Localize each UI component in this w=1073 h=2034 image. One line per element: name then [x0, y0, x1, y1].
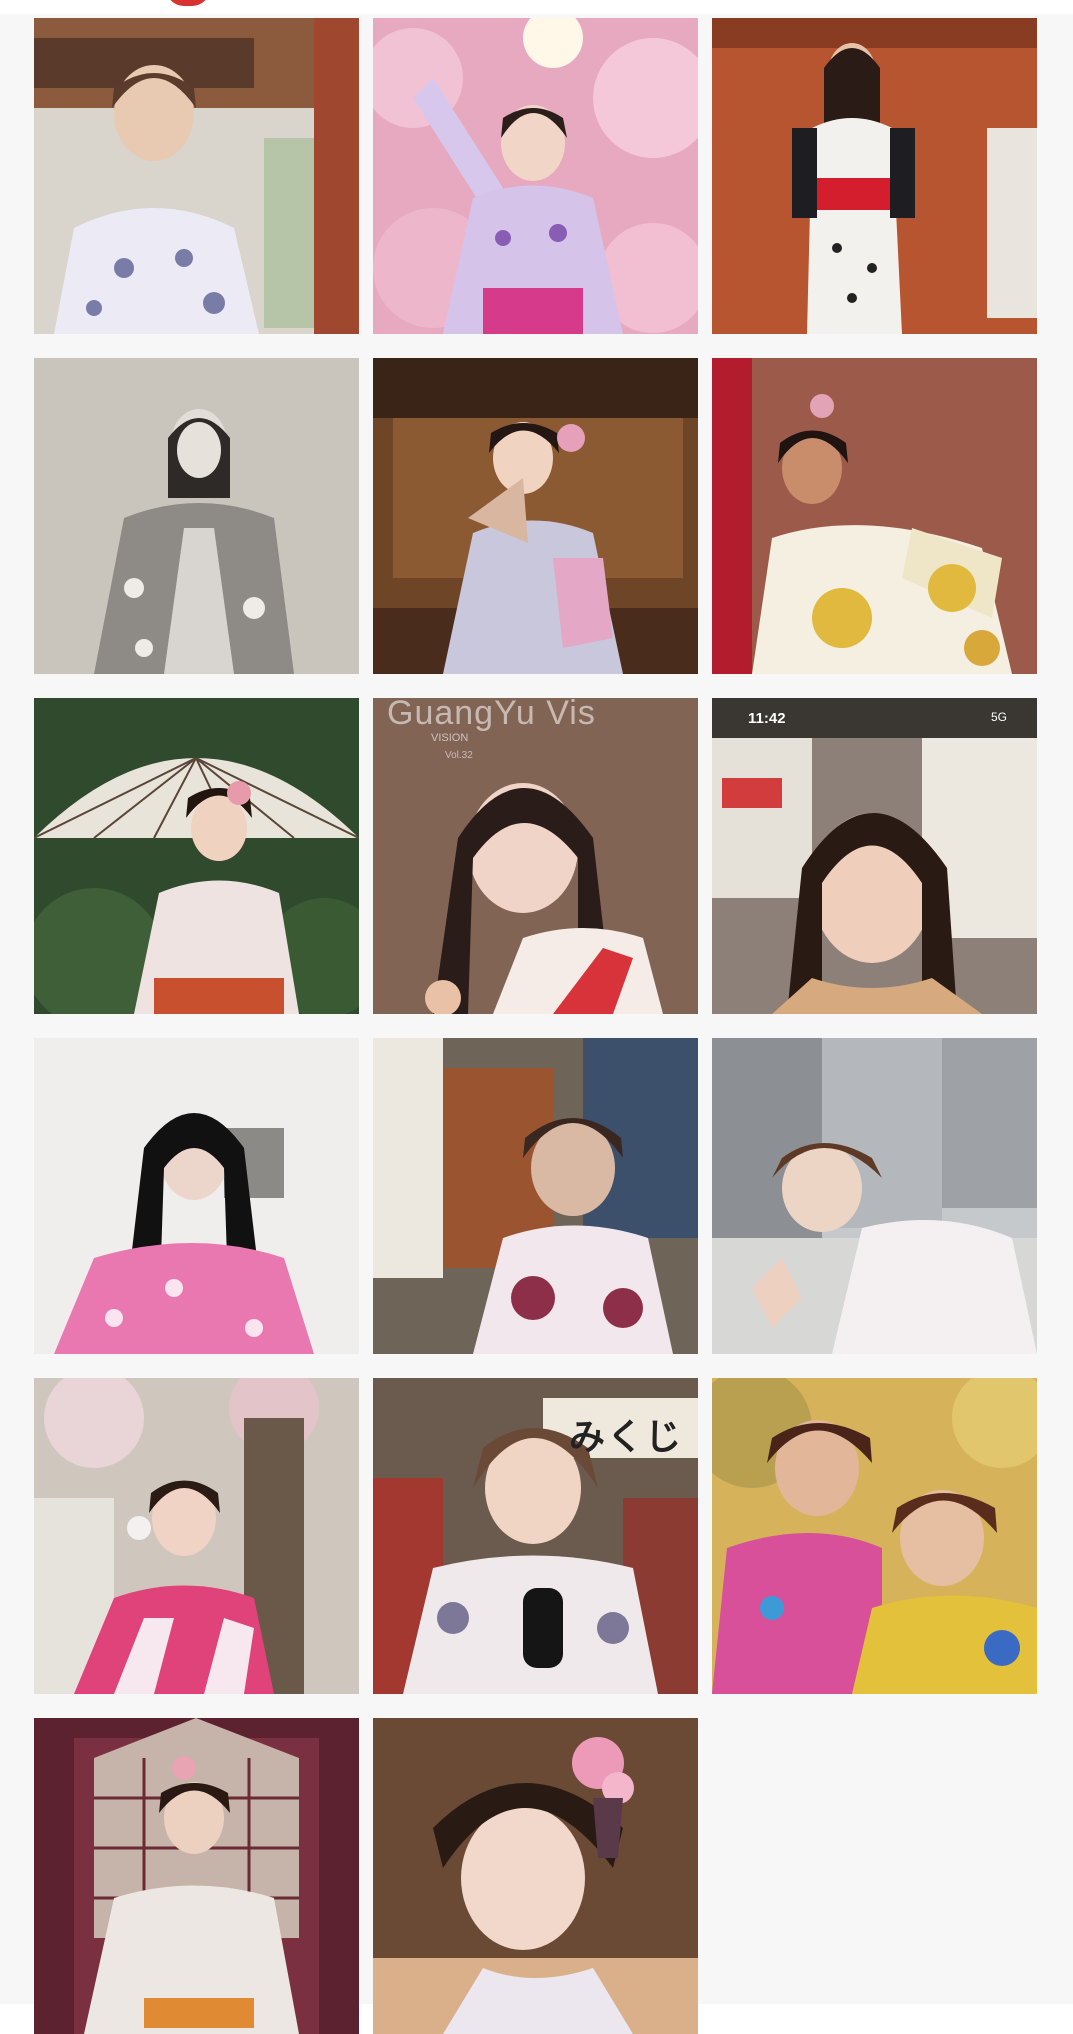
photo-tile-17[interactable]	[373, 1718, 698, 2034]
photo-13-image	[34, 1378, 359, 1694]
photo-14-image	[373, 1378, 698, 1694]
photo-tile-1[interactable]	[34, 18, 359, 334]
photo-2-image	[373, 18, 698, 334]
photo-10-image	[34, 1038, 359, 1354]
photo-5-image	[373, 358, 698, 674]
photo-tile-9[interactable]: 11:42 5G	[712, 698, 1037, 1014]
photo-grid: GuangYu Vis VISION Vol.32 11:42 5G みくじ	[34, 18, 1037, 2034]
photo-3-image	[712, 18, 1037, 334]
photo-6-image	[712, 358, 1037, 674]
photo-tile-14[interactable]: みくじ	[373, 1378, 698, 1694]
top-header-strip	[0, 0, 1073, 14]
photo-tile-10[interactable]	[34, 1038, 359, 1354]
photo-1-image	[34, 18, 359, 334]
photo-9-image	[712, 698, 1037, 1014]
photo-tile-12[interactable]	[712, 1038, 1037, 1354]
photo-tile-3[interactable]	[712, 18, 1037, 334]
logo-fragment-icon	[166, 0, 210, 6]
photo-tile-8[interactable]: GuangYu Vis VISION Vol.32	[373, 698, 698, 1014]
photo-tile-15[interactable]	[712, 1378, 1037, 1694]
photo-8-image	[373, 698, 698, 1014]
photo-tile-11[interactable]	[373, 1038, 698, 1354]
photo-tile-16[interactable]	[34, 1718, 359, 2034]
photo-12-image	[712, 1038, 1037, 1354]
photo-tile-4[interactable]	[34, 358, 359, 674]
photo-15-image	[712, 1378, 1037, 1694]
photo-collage-page: GuangYu Vis VISION Vol.32 11:42 5G みくじ	[0, 0, 1073, 2034]
photo-7-image	[34, 698, 359, 1014]
photo-tile-7[interactable]	[34, 698, 359, 1014]
photo-tile-6[interactable]	[712, 358, 1037, 674]
photo-17-image	[373, 1718, 698, 2034]
photo-tile-5[interactable]	[373, 358, 698, 674]
photo-16-image	[34, 1718, 359, 2034]
photo-11-image	[373, 1038, 698, 1354]
photo-tile-13[interactable]	[34, 1378, 359, 1694]
photo-4-image	[34, 358, 359, 674]
photo-tile-2[interactable]	[373, 18, 698, 334]
